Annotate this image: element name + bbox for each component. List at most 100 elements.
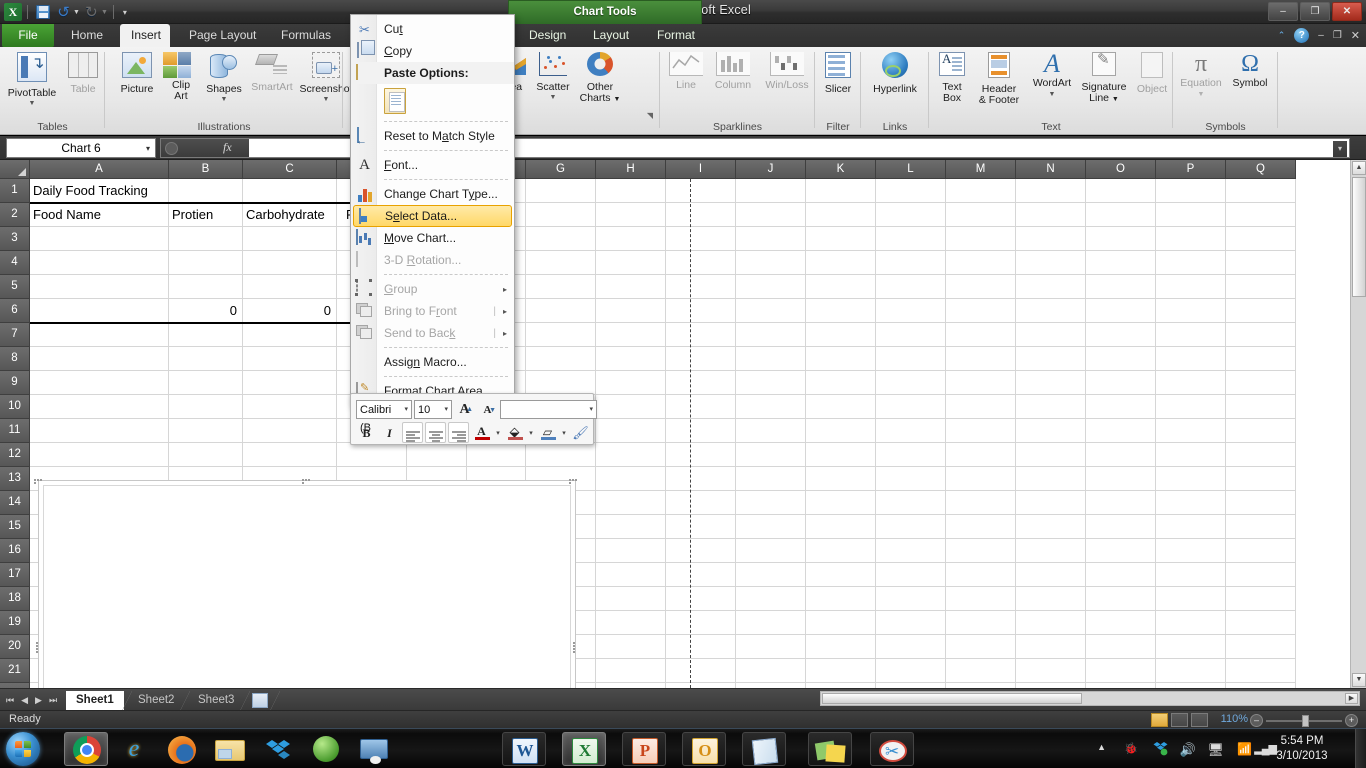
grid-cell[interactable] <box>1086 347 1156 371</box>
grid-cell[interactable] <box>736 467 806 491</box>
ribbon-table-button[interactable]: Table <box>63 49 103 95</box>
grid-cell[interactable] <box>1086 299 1156 323</box>
paste-options-gallery[interactable] <box>351 84 514 118</box>
row-header-7[interactable]: 7 <box>0 323 30 347</box>
grid-cell[interactable] <box>876 323 946 347</box>
grid-cell[interactable] <box>666 515 736 539</box>
grid-cell[interactable] <box>876 419 946 443</box>
grid-cell[interactable] <box>946 443 1016 467</box>
grid-cell[interactable] <box>30 323 169 347</box>
taskbar-word[interactable]: W <box>502 732 546 766</box>
grid-cell[interactable] <box>1156 443 1226 467</box>
row-header-10[interactable]: 10 <box>0 395 30 419</box>
ribbon-restore-icon[interactable]: ❐ <box>1333 30 1342 41</box>
chart-handle-top-right[interactable] <box>569 478 580 484</box>
font-name-dropdown-icon[interactable]: ▾ <box>404 401 408 419</box>
grid-cell[interactable] <box>1226 443 1296 467</box>
grid-cell[interactable] <box>666 179 736 203</box>
grid-cell[interactable] <box>169 395 243 419</box>
tab-insert[interactable]: Insert <box>120 24 170 47</box>
cancel-enter-buttons[interactable] <box>165 142 178 155</box>
help-icon[interactable]: ? <box>1294 28 1310 43</box>
grid-cell[interactable] <box>806 587 876 611</box>
grid-cell[interactable] <box>1086 491 1156 515</box>
grid-cell[interactable] <box>946 395 1016 419</box>
grid-cell[interactable] <box>1086 227 1156 251</box>
zoom-in-button[interactable]: + <box>1345 714 1358 727</box>
grid-cell[interactable] <box>946 299 1016 323</box>
grid-cell[interactable] <box>736 275 806 299</box>
grid-cell[interactable] <box>736 419 806 443</box>
grid-cell[interactable] <box>1156 491 1226 515</box>
grid-cell[interactable] <box>596 251 666 275</box>
chart-handle-top-center[interactable] <box>302 478 313 484</box>
grid-cell[interactable] <box>1016 203 1086 227</box>
grid-cell[interactable] <box>1016 419 1086 443</box>
grid-cell[interactable] <box>736 347 806 371</box>
ribbon-wordart-button[interactable]: A WordArt ▼ <box>1028 49 1076 98</box>
ribbon-symbol-button[interactable]: Ω Symbol <box>1227 49 1273 90</box>
grid-cell[interactable] <box>1156 251 1226 275</box>
grid-cell[interactable] <box>526 227 596 251</box>
grid-cell[interactable] <box>30 251 169 275</box>
grid-cell[interactable] <box>666 563 736 587</box>
grid-cell[interactable] <box>30 419 169 443</box>
grid-cell[interactable] <box>1156 395 1226 419</box>
row-header-2[interactable]: 2 <box>0 203 30 227</box>
grid-cell[interactable] <box>30 395 169 419</box>
cell-a1[interactable]: Daily Food Tracking <box>30 179 169 203</box>
row-header-4[interactable]: 4 <box>0 251 30 275</box>
grid-cell[interactable] <box>596 179 666 203</box>
grid-cell[interactable] <box>666 203 736 227</box>
tab-chart-format[interactable]: Format <box>646 24 706 47</box>
grid-cell[interactable] <box>1016 251 1086 275</box>
grid-cell[interactable] <box>1226 395 1296 419</box>
context-menu-item-assign-macro[interactable]: Assign Macro... <box>351 351 514 373</box>
grid-cell[interactable] <box>736 179 806 203</box>
grid-cell[interactable] <box>30 227 169 251</box>
grid-cell[interactable] <box>736 491 806 515</box>
grid-cell[interactable] <box>736 251 806 275</box>
grid-cell[interactable] <box>876 347 946 371</box>
grid-cell[interactable] <box>243 395 337 419</box>
paste-clipboard-icon[interactable] <box>384 88 406 114</box>
grid-cell[interactable] <box>876 659 946 683</box>
grid-cell[interactable] <box>946 563 1016 587</box>
grid-cell[interactable] <box>946 179 1016 203</box>
grid-cell[interactable] <box>1086 275 1156 299</box>
row-header-16[interactable]: 16 <box>0 539 30 563</box>
grid-cell[interactable] <box>1226 347 1296 371</box>
context-menu-item-cut[interactable]: ✂ Cut <box>351 18 514 40</box>
grid-cell[interactable] <box>596 323 666 347</box>
grid-cell[interactable] <box>876 275 946 299</box>
grid-cell[interactable] <box>1016 443 1086 467</box>
column-header-n[interactable]: N <box>1016 160 1086 179</box>
grid-cell[interactable] <box>1086 395 1156 419</box>
grid-cell[interactable] <box>736 395 806 419</box>
cell-c2[interactable]: Carbohydrate <box>243 203 343 227</box>
font-size-combo[interactable]: 10 ▾ <box>414 400 452 419</box>
column-header-l[interactable]: L <box>876 160 946 179</box>
cell-c6[interactable]: 0 <box>243 299 337 323</box>
last-sheet-icon[interactable]: ⏭ <box>49 692 57 708</box>
grid-cell[interactable] <box>169 275 243 299</box>
grid-cell[interactable] <box>243 371 337 395</box>
grid-cell[interactable] <box>243 275 337 299</box>
taskbar-windows-explorer[interactable] <box>208 732 252 766</box>
vertical-scrollbar[interactable]: ▲ ▼ <box>1350 160 1366 688</box>
grid-cell[interactable] <box>1086 443 1156 467</box>
grid-cell[interactable] <box>596 443 666 467</box>
grid-cell[interactable] <box>1226 419 1296 443</box>
name-box[interactable]: Chart 6 ▾ <box>6 138 156 158</box>
grid-cell[interactable] <box>30 275 169 299</box>
grid-cell[interactable] <box>876 587 946 611</box>
grid-cell[interactable] <box>1226 323 1296 347</box>
bold-button[interactable]: B <box>356 422 377 443</box>
formula-input[interactable]: fx ▾ <box>160 138 1350 158</box>
grid-cell[interactable] <box>596 467 666 491</box>
grid-cell[interactable] <box>169 419 243 443</box>
grid-cell[interactable] <box>1086 659 1156 683</box>
tab-chart-layout[interactable]: Layout <box>582 24 640 47</box>
column-header-j[interactable]: J <box>736 160 806 179</box>
column-header-m[interactable]: M <box>946 160 1016 179</box>
